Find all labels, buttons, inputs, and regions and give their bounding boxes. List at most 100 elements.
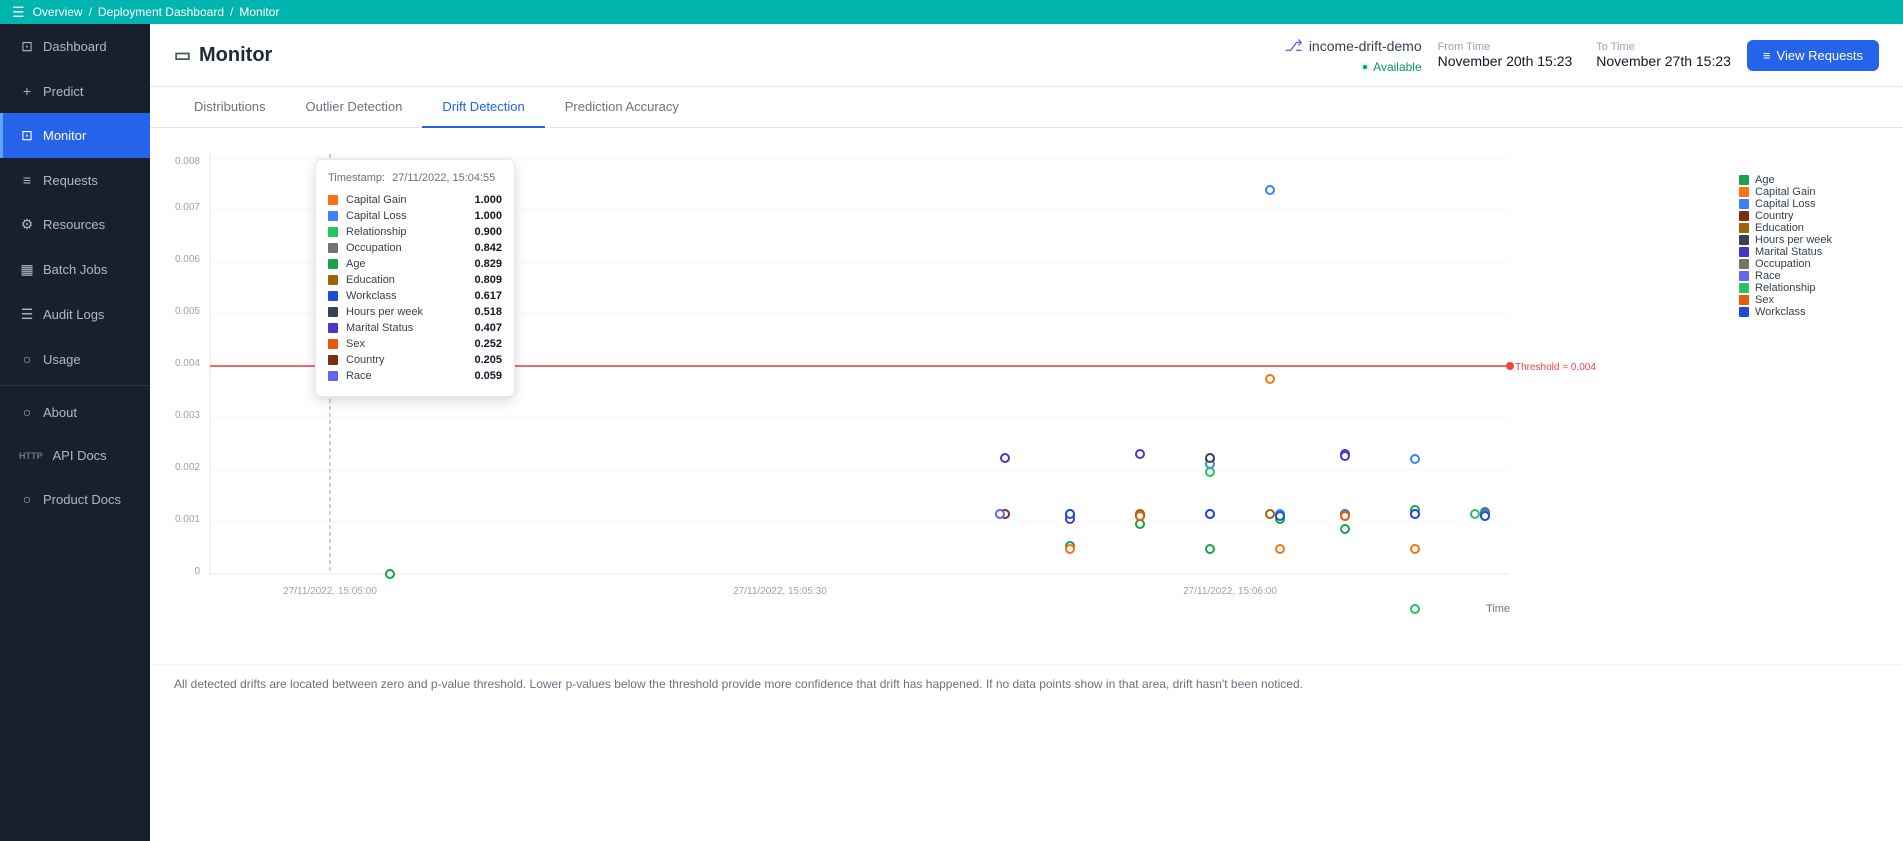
tooltip-item-name: Sex xyxy=(346,338,459,350)
view-requests-button[interactable]: ≡ View Requests xyxy=(1747,40,1879,71)
batch-icon: ▦ xyxy=(19,261,35,278)
tooltip-row: Workclass 0.617 xyxy=(328,288,502,304)
breadcrumb-deployment[interactable]: Deployment Dashboard xyxy=(98,5,224,19)
tooltip-color-swatch xyxy=(328,259,338,269)
tooltip-item-value: 0.059 xyxy=(467,370,502,382)
tooltip-row: Capital Gain 1.000 xyxy=(328,192,502,208)
resources-icon: ⚙ xyxy=(19,216,35,233)
to-time-field[interactable]: To Time November 27th 15:23 xyxy=(1596,41,1731,69)
tooltip-item-name: Hours per week xyxy=(346,306,459,318)
tooltip-color-swatch xyxy=(328,195,338,205)
svg-text:Time: Time xyxy=(1486,603,1510,615)
legend-label: Capital Loss xyxy=(1755,198,1816,210)
sidebar-item-about[interactable]: ○ About xyxy=(0,390,150,434)
chart-legend: Age Capital Gain Capital Loss Country Ed… xyxy=(1739,164,1879,318)
tooltip-color-swatch xyxy=(328,339,338,349)
legend-label: Age xyxy=(1755,174,1775,186)
sidebar-item-monitor[interactable]: ⊡ Monitor xyxy=(0,113,150,158)
tooltip-item-name: Country xyxy=(346,354,459,366)
tooltip-item-value: 1.000 xyxy=(467,210,502,222)
page-monitor-icon: ▭ xyxy=(174,45,191,66)
svg-text:0.002: 0.002 xyxy=(175,462,200,473)
legend-label: Capital Gain xyxy=(1755,186,1816,198)
tooltip-item-value: 0.829 xyxy=(467,258,502,270)
sidebar-item-dashboard[interactable]: ⊡ Dashboard xyxy=(0,24,150,69)
svg-text:0.007: 0.007 xyxy=(175,202,200,213)
view-requests-icon: ≡ xyxy=(1763,48,1771,63)
legend-color-swatch xyxy=(1739,259,1749,269)
chart-area: 0 0.001 0.002 0.003 0.004 0.005 0.006 0.… xyxy=(150,128,1903,841)
content-header: ▭ Monitor ⎇ income-drift-demo Available xyxy=(150,24,1903,87)
tooltip-item-name: Capital Gain xyxy=(346,194,459,206)
sidebar-divider xyxy=(0,385,150,386)
legend-color-swatch xyxy=(1739,247,1749,257)
legend-label: Race xyxy=(1755,270,1781,282)
tooltip-item-value: 0.842 xyxy=(467,242,502,254)
tooltip-item-value: 0.900 xyxy=(467,226,502,238)
svg-text:0.001: 0.001 xyxy=(175,514,200,525)
sidebar-item-resources[interactable]: ⚙ Resources xyxy=(0,202,150,247)
tooltip-item-value: 0.205 xyxy=(467,354,502,366)
data-tooltip: Timestamp: 27/11/2022, 15:04:55 Capital … xyxy=(315,159,515,397)
tooltip-row: Country 0.205 xyxy=(328,352,502,368)
tooltip-row: Relationship 0.900 xyxy=(328,224,502,240)
tabs-bar: Distributions Outlier Detection Drift De… xyxy=(150,87,1903,128)
tooltip-color-swatch xyxy=(328,275,338,285)
tab-prediction-accuracy[interactable]: Prediction Accuracy xyxy=(545,87,699,128)
svg-text:27/11/2022, 15:05:30: 27/11/2022, 15:05:30 xyxy=(733,586,827,597)
legend-item: Occupation xyxy=(1739,258,1879,270)
sidebar-label-requests: Requests xyxy=(43,173,98,188)
time-range: From Time November 20th 15:23 To Time No… xyxy=(1438,41,1731,69)
tooltip-row: Sex 0.252 xyxy=(328,336,502,352)
legend-color-swatch xyxy=(1739,235,1749,245)
sidebar-item-batch-jobs[interactable]: ▦ Batch Jobs xyxy=(0,247,150,292)
tooltip-item-name: Relationship xyxy=(346,226,459,238)
dashboard-icon: ⊡ xyxy=(19,38,35,55)
tooltip-item-value: 0.617 xyxy=(467,290,502,302)
tooltip-color-swatch xyxy=(328,355,338,365)
legend-label: Sex xyxy=(1755,294,1774,306)
breadcrumb: Overview / Deployment Dashboard / Monito… xyxy=(33,5,280,19)
sidebar-item-predict[interactable]: + Predict xyxy=(0,69,150,113)
legend-item: Capital Gain xyxy=(1739,186,1879,198)
tooltip-item-value: 0.809 xyxy=(467,274,502,286)
sidebar-item-product-docs[interactable]: ○ Product Docs xyxy=(0,477,150,521)
sidebar-item-usage[interactable]: ○ Usage xyxy=(0,337,150,381)
sidebar-label-product-docs: Product Docs xyxy=(43,492,121,507)
legend-item: Age xyxy=(1739,174,1879,186)
legend-label: Hours per week xyxy=(1755,234,1832,246)
svg-text:0: 0 xyxy=(194,566,200,577)
sidebar-item-api-docs[interactable]: HTTP API Docs xyxy=(0,434,150,477)
breadcrumb-overview[interactable]: Overview xyxy=(33,5,83,19)
legend-color-swatch xyxy=(1739,175,1749,185)
legend-label: Occupation xyxy=(1755,258,1811,270)
legend-label: Country xyxy=(1755,210,1794,222)
requests-icon: ≡ xyxy=(19,172,35,188)
svg-text:0.004: 0.004 xyxy=(175,358,200,369)
tab-outlier-detection[interactable]: Outlier Detection xyxy=(286,87,423,128)
sidebar-item-requests[interactable]: ≡ Requests xyxy=(0,158,150,202)
legend-color-swatch xyxy=(1739,295,1749,305)
tooltip-item-value: 0.407 xyxy=(467,322,502,334)
svg-text:27/11/2022, 15:06:00: 27/11/2022, 15:06:00 xyxy=(1183,586,1277,597)
deployment-name: ⎇ income-drift-demo xyxy=(1284,36,1421,56)
page-title: ▭ Monitor xyxy=(174,44,272,67)
tooltip-item-value: 1.000 xyxy=(467,194,502,206)
tab-drift-detection[interactable]: Drift Detection xyxy=(422,87,544,128)
tooltip-item-name: Marital Status xyxy=(346,322,459,334)
legend-color-swatch xyxy=(1739,271,1749,281)
tooltip-item-value: 0.252 xyxy=(467,338,502,350)
tooltip-row: Race 0.059 xyxy=(328,368,502,384)
tooltip-color-swatch xyxy=(328,371,338,381)
tooltip-color-swatch xyxy=(328,227,338,237)
tooltip-item-name: Workclass xyxy=(346,290,459,302)
main-content: ▭ Monitor ⎇ income-drift-demo Available xyxy=(150,24,1903,841)
tab-distributions[interactable]: Distributions xyxy=(174,87,286,128)
sidebar-item-audit-logs[interactable]: ☰ Audit Logs xyxy=(0,292,150,337)
menu-icon: ☰ xyxy=(12,4,25,21)
tooltip-color-swatch xyxy=(328,307,338,317)
from-time-field[interactable]: From Time November 20th 15:23 xyxy=(1438,41,1573,69)
http-badge: HTTP xyxy=(19,451,43,461)
tooltip-row: Marital Status 0.407 xyxy=(328,320,502,336)
tooltip-rows: Capital Gain 1.000 Capital Loss 1.000 Re… xyxy=(328,192,502,384)
